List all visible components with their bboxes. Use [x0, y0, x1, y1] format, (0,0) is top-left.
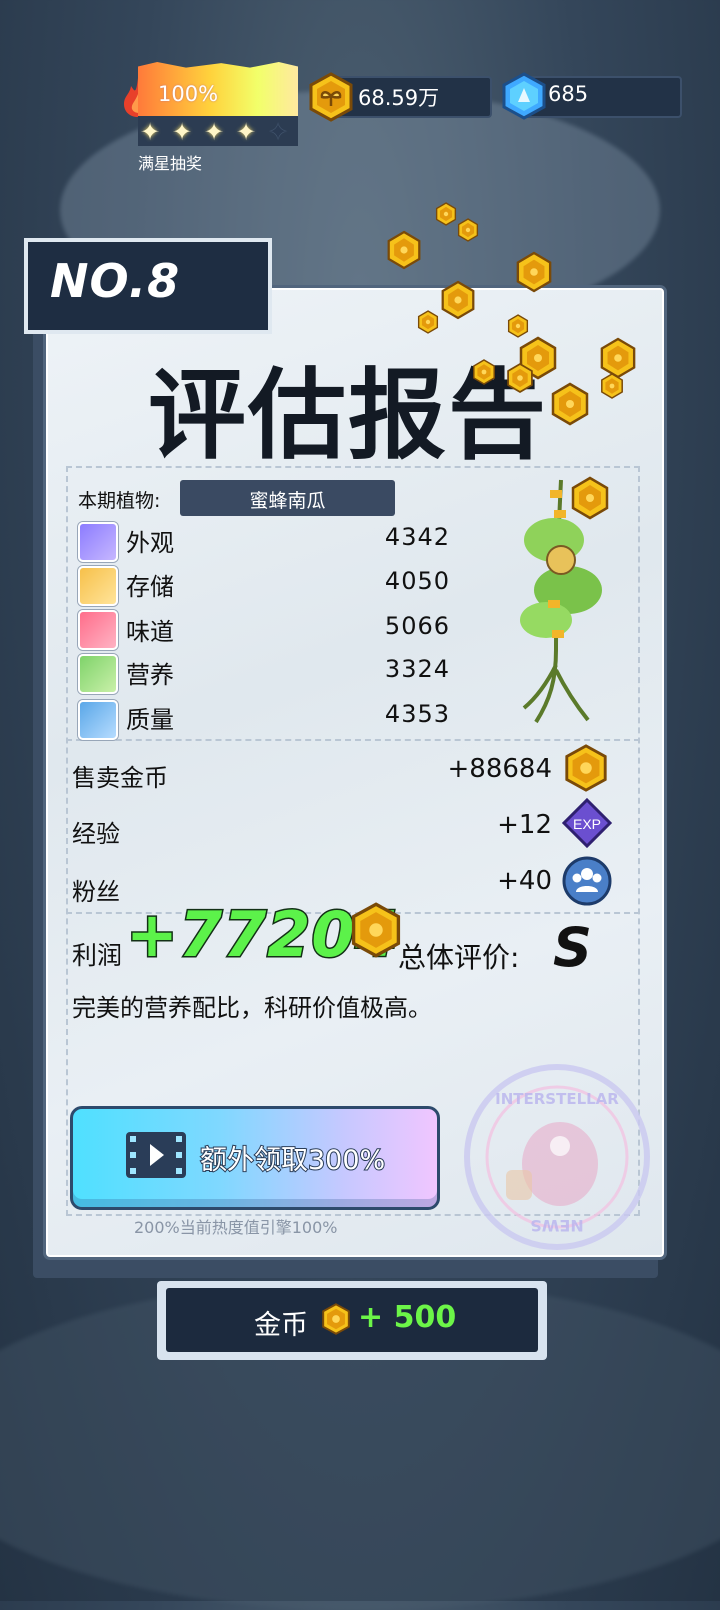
- star-empty-icon: ✦: [268, 118, 289, 146]
- claim-coins-button[interactable]: [166, 1288, 538, 1352]
- attr-value: 4050: [384, 567, 450, 595]
- report-number: NO.8: [50, 254, 181, 308]
- coin-burst: [387, 202, 636, 520]
- heat-percent: 100%: [158, 82, 219, 106]
- video-icon: [126, 1132, 186, 1178]
- claim-coins-value: + 500: [358, 1300, 457, 1335]
- attr-name: 味道: [126, 618, 174, 646]
- attr-name: 质量: [126, 706, 174, 734]
- attr-name: 外观: [126, 529, 174, 557]
- rating-value: S: [553, 916, 592, 979]
- attr-name: 营养: [126, 661, 174, 689]
- box-icon: [78, 566, 118, 606]
- attr-value: 4353: [384, 700, 450, 728]
- gold-reward-label: 售卖金币: [72, 764, 168, 792]
- star-icon: ✦: [236, 118, 257, 146]
- star-icon: ✦: [140, 118, 161, 146]
- bonus-claim-label: 额外领取300%: [199, 1144, 386, 1177]
- svg-text:INTERSTELLAR: INTERSTELLAR: [495, 1090, 619, 1108]
- muscle-arm-icon: [78, 700, 118, 740]
- report-comment: 完美的营养配比，科研价值极高。: [72, 994, 432, 1022]
- gold-reward-value: +88684: [447, 754, 553, 784]
- plant-label: 本期植物:: [78, 490, 161, 512]
- gold-coin-icon: [565, 744, 607, 792]
- exp-reward-label: 经验: [72, 820, 120, 848]
- plant-name: 蜜蜂南瓜: [249, 490, 326, 512]
- interstellar-news-stamp: INTERSTELLAR NEWS: [464, 1064, 650, 1250]
- frog-bowl-icon: [78, 654, 118, 694]
- exp-icon: EXP: [562, 798, 612, 848]
- star-icon: ✦: [204, 118, 225, 146]
- coin-amount: 68.59万: [358, 86, 440, 110]
- rating-label: 总体评价:: [398, 941, 520, 974]
- claim-coins-label: 金币: [254, 1310, 308, 1341]
- exp-reward-value: +12: [497, 810, 552, 840]
- profit-label: 利润: [72, 941, 123, 970]
- gem-amount: 685: [548, 82, 589, 106]
- gold-coin-icon: [309, 72, 353, 122]
- svg-text:NEWS: NEWS: [530, 1216, 584, 1235]
- fans-icon: [562, 856, 612, 906]
- gold-coin-icon: [322, 1303, 350, 1335]
- gem-icon: [502, 72, 546, 120]
- attr-value: 4342: [384, 523, 450, 551]
- bonus-subtext: 200%当前热度值引擎100%: [134, 1218, 338, 1237]
- attr-value: 3324: [384, 655, 450, 683]
- attr-name: 存储: [126, 573, 174, 601]
- fans-reward-label: 粉丝: [72, 878, 120, 906]
- attr-value: 5066: [384, 612, 450, 640]
- sparkle-icon: [78, 522, 118, 562]
- stars-label[interactable]: 满星抽奖: [138, 150, 202, 174]
- fork-knife-icon: [78, 610, 118, 650]
- gold-coin-icon: [351, 902, 401, 958]
- exp-badge-text: EXP: [573, 816, 601, 832]
- star-icon: ✦: [172, 118, 193, 146]
- fans-reward-value: +40: [497, 866, 552, 896]
